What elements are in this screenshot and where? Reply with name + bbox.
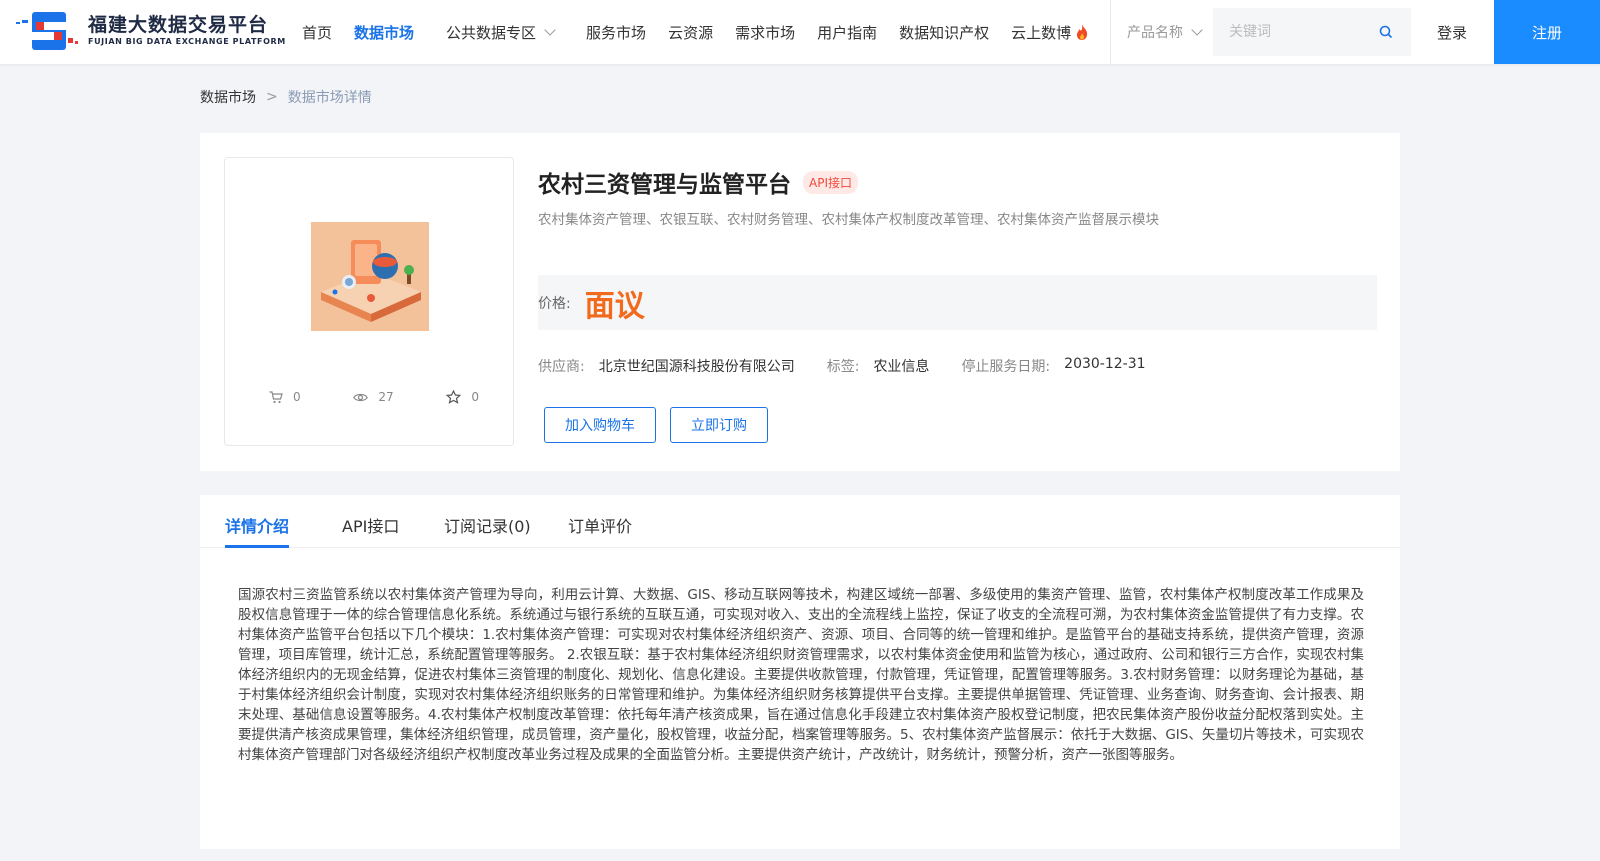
- nav-cloud-expo[interactable]: 云上数博: [1011, 22, 1090, 43]
- register-button[interactable]: 注册: [1494, 0, 1600, 64]
- tab-subscription-records[interactable]: 订阅记录(0): [444, 513, 531, 537]
- search-category-select[interactable]: 产品名称: [1111, 22, 1211, 42]
- product-title-row: 农村三资管理与监管平台 API接口: [538, 165, 858, 199]
- nav-public-data[interactable]: 公共数据专区: [446, 22, 556, 43]
- search-bar: 产品名称: [1110, 0, 1411, 64]
- product-thumbnail-frame: 0 27 0: [224, 157, 514, 446]
- view-count: 27: [353, 390, 394, 404]
- supplier-label: 供应商:: [538, 359, 585, 375]
- cart-count: 0: [269, 390, 301, 404]
- product-description: 农村集体资产管理、农银互联、农村财务管理、农村集体产权制度改革管理、农村集体资产…: [538, 212, 1159, 228]
- product-stats: 0 27 0: [269, 390, 479, 404]
- api-badge: API接口: [803, 170, 858, 194]
- price-box: 价格: 面议: [538, 275, 1377, 330]
- view-count-value: 27: [378, 390, 394, 404]
- chevron-down-icon: [1191, 24, 1203, 36]
- price-label: 价格:: [538, 295, 571, 312]
- tab-order-reviews[interactable]: 订单评价: [568, 513, 632, 537]
- add-to-cart-button[interactable]: 加入购物车: [544, 407, 656, 443]
- nav-home[interactable]: 首页: [302, 22, 332, 43]
- fire-icon: [1077, 24, 1088, 40]
- product-meta: 供应商: 北京世纪国源科技股份有限公司 标签: 农业信息 停止服务日期: 203…: [538, 356, 1178, 376]
- detail-content: 国源农村三资监管系统以农村集体资产管理为导向，利用云计算、大数据、GIS、移动互…: [238, 587, 1364, 763]
- product-title: 农村三资管理与监管平台: [538, 172, 791, 198]
- supplier-value: 北京世纪国源科技股份有限公司: [598, 359, 795, 375]
- logo-title: 福建大数据交易平台: [88, 14, 269, 36]
- nav-cloud-resources[interactable]: 云资源: [668, 22, 713, 43]
- star-icon: [446, 390, 462, 404]
- tab-details[interactable]: 详情介绍: [225, 513, 289, 537]
- cart-icon: [269, 390, 283, 403]
- subscribe-now-button[interactable]: 立即订购: [670, 407, 768, 443]
- favorite-count[interactable]: 0: [446, 390, 479, 404]
- tag-value: 农业信息: [873, 359, 930, 375]
- end-date-label: 停止服务日期:: [961, 359, 1051, 375]
- top-header: 福建大数据交易平台 FUJIAN BIG DATA EXCHANGE PLATF…: [0, 0, 1600, 64]
- nav-data-ip[interactable]: 数据知识产权: [899, 22, 989, 43]
- price-value: 面议: [584, 288, 645, 324]
- logo-mark-icon: [16, 12, 78, 50]
- breadcrumb-data-market[interactable]: 数据市场: [200, 87, 256, 107]
- search-icon[interactable]: [1379, 25, 1393, 39]
- site-logo[interactable]: 福建大数据交易平台 FUJIAN BIG DATA EXCHANGE PLATF…: [14, 8, 286, 54]
- breadcrumb: 数据市场 > 数据市场详情: [200, 87, 372, 107]
- nav-user-guide[interactable]: 用户指南: [817, 22, 877, 43]
- tag-label: 标签:: [826, 359, 860, 375]
- active-tab-indicator: [225, 545, 289, 548]
- product-card: 0 27 0 农村三资管理与监管平台 API接口 农村集体资产管理、农银互联、农…: [200, 133, 1400, 471]
- main-nav: 首页 数据市场 公共数据专区 服务市场 云资源 需求市场 用户指南 数据知识产权…: [302, 0, 1090, 64]
- breadcrumb-current: 数据市场详情: [287, 90, 372, 106]
- logo-subtitle: FUJIAN BIG DATA EXCHANGE PLATFORM: [88, 37, 286, 46]
- nav-demand-market[interactable]: 需求市场: [735, 22, 795, 43]
- search-category-label: 产品名称: [1127, 25, 1183, 41]
- tab-api[interactable]: API接口: [342, 513, 399, 537]
- detail-tabs: 详情介绍 API接口 订阅记录(0) 订单评价: [200, 495, 1400, 548]
- eye-icon: [353, 393, 369, 401]
- nav-service-market[interactable]: 服务市场: [586, 22, 646, 43]
- login-button[interactable]: 登录: [1412, 0, 1492, 64]
- cart-count-value: 0: [293, 390, 301, 404]
- nav-cloud-expo-label: 云上数博: [1011, 23, 1072, 42]
- end-date-value: 2030-12-31: [1064, 356, 1146, 372]
- chevron-down-icon: [544, 24, 556, 36]
- breadcrumb-separator: >: [266, 89, 278, 105]
- product-image: [311, 222, 429, 331]
- nav-public-data-label: 公共数据专区: [446, 23, 537, 42]
- detail-panel: 详情介绍 API接口 订阅记录(0) 订单评价 国源农村三资监管系统以农村集体资…: [200, 495, 1400, 849]
- favorite-count-value: 0: [471, 390, 479, 404]
- nav-data-market[interactable]: 数据市场: [354, 22, 414, 43]
